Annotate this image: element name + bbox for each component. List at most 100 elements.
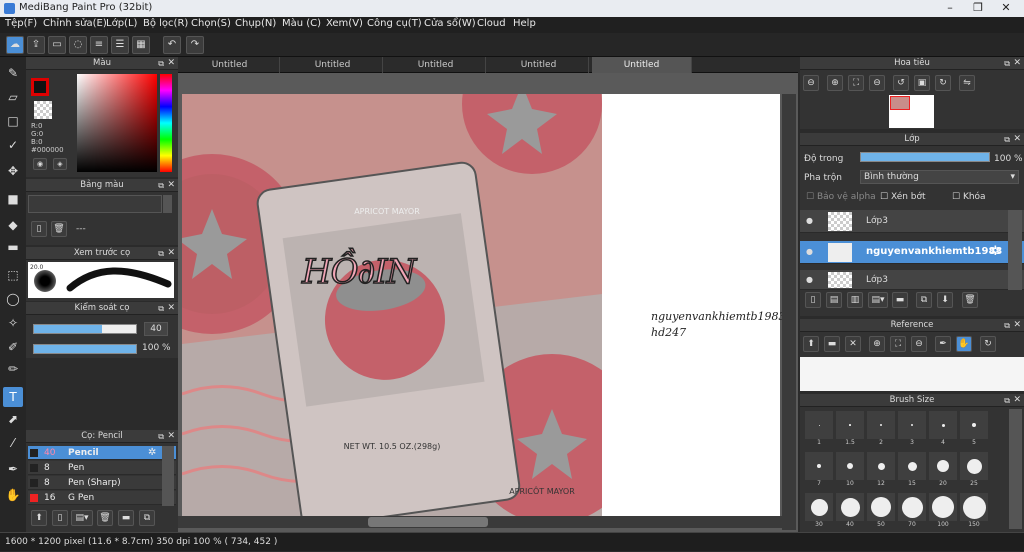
close-icon[interactable]: ✕ xyxy=(167,430,175,443)
canvas-blank-area[interactable] xyxy=(602,94,780,516)
close-icon[interactable]: ✕ xyxy=(167,247,175,260)
brush-size-cell[interactable]: 20 xyxy=(929,452,957,487)
fit-icon[interactable]: ⛶ xyxy=(890,336,906,352)
float-icon[interactable]: ⧉ xyxy=(1004,319,1010,332)
color-mode-icon[interactable]: ◉ xyxy=(33,158,47,170)
flip-icon[interactable]: ⇋ xyxy=(959,75,975,91)
brush-item-g-pen[interactable]: 16 G Pen xyxy=(28,491,176,505)
float-icon[interactable]: ⧉ xyxy=(158,302,164,315)
zoom-in-icon[interactable]: ⊕ xyxy=(869,336,885,352)
redo-icon[interactable]: ↷ xyxy=(186,36,204,54)
open-reference-icon[interactable]: ▬ xyxy=(824,336,840,352)
magic-wand-icon[interactable]: ✧ xyxy=(3,313,23,333)
zoom-minus-icon[interactable]: ⊖ xyxy=(869,75,885,91)
undo-icon[interactable]: ↶ xyxy=(163,36,181,54)
close-reference-icon[interactable]: ✕ xyxy=(845,336,861,352)
brush-size-cell[interactable]: 1.5 xyxy=(836,411,864,446)
float-icon[interactable]: ⧉ xyxy=(1004,133,1010,146)
foreground-color-swatch[interactable] xyxy=(31,78,49,96)
palette-swatch-area[interactable] xyxy=(28,195,162,213)
layer-folder-icon[interactable]: ▬ xyxy=(892,292,908,308)
delete-brush-icon[interactable]: 🗑 xyxy=(97,510,113,526)
menu-file[interactable]: Tệp(F) xyxy=(5,18,37,29)
navigator-thumbnail[interactable] xyxy=(889,95,934,128)
chat-icon[interactable]: ◌ xyxy=(69,36,87,54)
brush-item-pencil[interactable]: 40 Pencil ✲ xyxy=(28,446,176,460)
comment-icon[interactable]: ▭ xyxy=(48,36,66,54)
eyedropper-icon[interactable]: ✒ xyxy=(3,459,23,479)
brush-size-cell[interactable]: 1 xyxy=(805,411,833,446)
horizontal-scrollbar[interactable] xyxy=(178,516,782,528)
brush-size-cell[interactable]: 40 xyxy=(836,493,864,528)
brush-size-value[interactable]: 40 xyxy=(144,322,168,336)
menu-window[interactable]: Cửa sổ(W) xyxy=(424,18,476,29)
text-tool-icon[interactable]: T xyxy=(3,387,23,407)
close-icon[interactable]: ✕ xyxy=(1013,394,1021,407)
close-icon[interactable]: ✕ xyxy=(1013,57,1021,70)
menu-help[interactable]: Help xyxy=(513,18,536,29)
close-icon[interactable]: ✕ xyxy=(167,302,175,315)
correction-pen-icon[interactable]: ✓ xyxy=(3,135,23,155)
brush-menu-icon[interactable]: ▤▾ xyxy=(71,510,93,526)
rotate-right-icon[interactable]: ↻ xyxy=(935,75,951,91)
cloud-icon[interactable]: ☁ xyxy=(6,36,24,54)
eye-icon[interactable]: ● xyxy=(806,216,813,225)
clipping-checkbox[interactable]: ☐ Xén bớt xyxy=(880,192,926,202)
gear-icon[interactable]: ✲ xyxy=(148,446,156,460)
brush-opacity-slider[interactable] xyxy=(33,344,137,354)
upload-icon[interactable]: ⇪ xyxy=(27,36,45,54)
maximize-button[interactable]: ❐ xyxy=(968,1,988,15)
blend-mode-select[interactable]: Bình thường ▾ xyxy=(860,170,1019,184)
dropper-tool-icon[interactable]: ⁄ xyxy=(3,433,23,453)
tab-untitled-5[interactable]: Untitled xyxy=(592,57,692,73)
upload-reference-icon[interactable]: ⬆ xyxy=(803,336,819,352)
saturation-value-picker[interactable] xyxy=(77,74,157,172)
gear-icon[interactable]: ✲ xyxy=(990,244,1001,259)
brush-size-cell[interactable]: 50 xyxy=(867,493,895,528)
new-layer-icon[interactable]: ▯ xyxy=(805,292,821,308)
hue-slider[interactable] xyxy=(160,74,172,172)
protect-alpha-checkbox[interactable]: ☐ Bảo vệ alpha xyxy=(806,192,876,202)
shape-tool-icon[interactable]: □ xyxy=(3,111,23,131)
background-color-swatch[interactable] xyxy=(34,101,52,119)
grid-icon[interactable]: ▦ xyxy=(132,36,150,54)
hand-tool-icon[interactable]: ✋ xyxy=(3,485,23,505)
zoom-out-icon[interactable]: ⊖ xyxy=(803,75,819,91)
float-icon[interactable]: ⧉ xyxy=(1004,394,1010,407)
select-pen-icon[interactable]: ✐ xyxy=(3,337,23,357)
duplicate-brush-icon[interactable]: ⧉ xyxy=(139,510,155,526)
brush-size-cell[interactable]: 2 xyxy=(867,411,895,446)
close-icon[interactable]: ✕ xyxy=(167,57,175,70)
brush-tool-icon[interactable]: ✎ xyxy=(3,63,23,83)
actual-size-icon[interactable]: ▣ xyxy=(914,75,930,91)
select-rect-icon[interactable]: ⬚ xyxy=(3,265,23,285)
delete-layer-icon[interactable]: 🗑 xyxy=(962,292,978,308)
brush-size-slider[interactable] xyxy=(33,324,137,334)
menu-filter[interactable]: Bộ lọc(R) xyxy=(143,18,188,29)
tab-untitled-2[interactable]: Untitled xyxy=(283,57,383,73)
layer-scrollbar[interactable] xyxy=(1008,210,1022,290)
float-icon[interactable]: ⧉ xyxy=(158,247,164,260)
menu-layer[interactable]: Lớp(L) xyxy=(106,18,137,29)
reference-canvas[interactable] xyxy=(800,357,1024,391)
delete-palette-icon[interactable]: 🗑 xyxy=(51,221,67,237)
brush-size-cell[interactable]: 15 xyxy=(898,452,926,487)
brush-size-cell[interactable]: 10 xyxy=(836,452,864,487)
eyedropper-icon[interactable]: ✒ xyxy=(935,336,951,352)
hand-icon[interactable]: ✋ xyxy=(956,336,972,352)
close-icon[interactable]: ✕ xyxy=(167,179,175,192)
eye-icon[interactable]: ● xyxy=(806,275,813,284)
vertical-scrollbar[interactable] xyxy=(782,94,796,530)
menu-tools[interactable]: Công cụ(T) xyxy=(367,18,422,29)
layer-opacity-slider[interactable] xyxy=(860,152,990,162)
menu-view[interactable]: Xem(V) xyxy=(326,18,363,29)
layer-row[interactable]: ● Lớp3 xyxy=(800,270,1024,290)
palette-scrollbar[interactable] xyxy=(163,195,172,213)
lasso-tool-icon[interactable]: ◯ xyxy=(3,289,23,309)
brush-list-scrollbar[interactable] xyxy=(162,446,174,506)
color-swap-icon[interactable]: ◈ xyxy=(53,158,67,170)
zoom-in-icon[interactable]: ⊕ xyxy=(827,75,843,91)
list-icon[interactable]: ☰ xyxy=(111,36,129,54)
brush-item-pen[interactable]: 8 Pen xyxy=(28,461,176,475)
document-icon[interactable]: ≡ xyxy=(90,36,108,54)
